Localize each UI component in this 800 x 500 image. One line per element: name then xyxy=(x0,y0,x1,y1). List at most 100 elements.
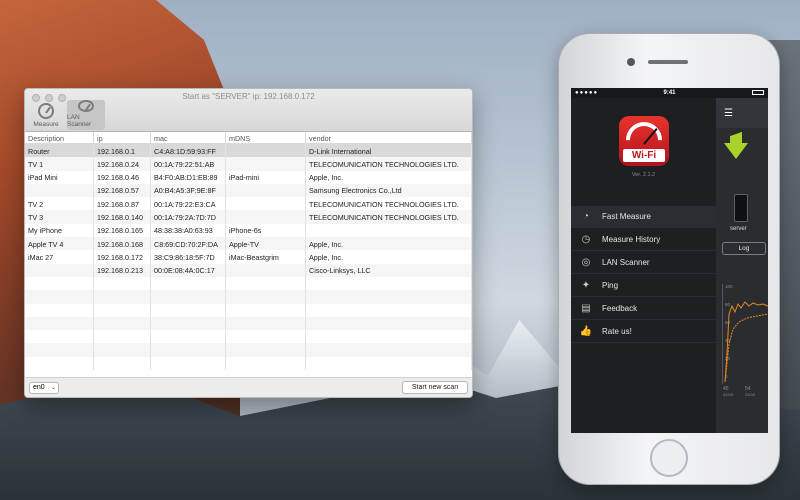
cell-mac: 00:0E:08:4A:0C:17 xyxy=(151,263,226,277)
speed-chart: 100 80 60 40 20 0 45 23:03 54 23:03 xyxy=(722,284,768,397)
cell-description: TV 3 xyxy=(25,210,94,224)
cell-vendor xyxy=(306,330,472,344)
cell-ip xyxy=(94,303,151,317)
cell-mdns xyxy=(226,290,306,304)
cell-mdns xyxy=(226,197,306,211)
cell-mdns: iMac-Beastgrim xyxy=(226,250,306,264)
cell-vendor xyxy=(306,276,472,291)
cell-description: iMac 27 xyxy=(25,250,94,264)
start-new-scan-button[interactable]: Start new scan xyxy=(402,381,468,394)
table-row[interactable]: iMac 27 192.168.0.172 38:C9:86:18:5F:7D iMa… xyxy=(25,250,472,264)
cell-mac xyxy=(151,330,226,344)
cell-description: iPad Mini xyxy=(25,170,94,184)
cell-vendor: TELECOMUNICATION TECHNOLOGIES LTD. xyxy=(306,197,472,211)
table-row[interactable] xyxy=(25,356,472,371)
cell-mdns: Apple-TV xyxy=(226,237,306,251)
cell-vendor xyxy=(306,223,472,238)
table-row[interactable] xyxy=(25,303,472,317)
table-row[interactable]: TV 2 192.168.0.87 00:1A:79:22:E3:CA TELECOM… xyxy=(25,197,472,211)
thumbs-up-icon: 👍 xyxy=(579,326,593,337)
table-row[interactable] xyxy=(25,343,472,357)
history-icon: ◷ xyxy=(581,234,591,245)
phone-screen: ●●●●● 9:41 Wi-Fi Ver. 2.1.2 ◔ Fast Measur… xyxy=(571,88,768,433)
menu-item-lan-scanner[interactable]: ◎ LAN Scanner xyxy=(571,252,716,274)
interface-select[interactable]: en0 ⌄ xyxy=(29,382,59,394)
cell-mdns xyxy=(226,303,306,317)
speaker-grille xyxy=(648,60,688,64)
cell-mac xyxy=(151,343,226,357)
table-row[interactable] xyxy=(25,290,472,304)
table-row[interactable]: iPad Mini 192.168.0.46 B4:F0:AB:D1:EB:89 iP… xyxy=(25,170,472,184)
cell-description xyxy=(25,303,94,317)
cell-mdns xyxy=(226,316,306,331)
feedback-icon: ▤ xyxy=(581,303,591,314)
cell-ip: 192.168.0.57 xyxy=(94,183,151,198)
table-row[interactable] xyxy=(25,330,472,344)
radar-icon xyxy=(78,100,94,112)
table-row[interactable] xyxy=(25,276,472,291)
menu-item-rate-us[interactable]: 👍 Rate us! xyxy=(571,321,716,343)
lan-scanner-tool-button[interactable]: LAN Scanner xyxy=(67,100,105,130)
menu-item-label: LAN Scanner xyxy=(602,258,650,267)
hamburger-menu-icon[interactable]: ☰ xyxy=(724,108,733,119)
cell-vendor: TELECOMUNICATION TECHNOLOGIES LTD. xyxy=(306,157,472,171)
menu-item-measure-history[interactable]: ◷ Measure History xyxy=(571,229,716,251)
log-button[interactable]: Log xyxy=(722,242,766,255)
cell-description xyxy=(25,290,94,304)
chart-x-tick: 54 23:03 xyxy=(745,386,755,397)
measure-tool-button[interactable]: Measure xyxy=(27,100,65,130)
cell-mdns xyxy=(226,210,306,224)
toolbar: Measure LAN Scanner xyxy=(27,100,105,130)
table-row[interactable] xyxy=(25,316,472,331)
cell-ip: 192.168.0.172 xyxy=(94,250,151,264)
chart-x-tick: 45 23:03 xyxy=(723,386,733,397)
gauge-icon: ◔ xyxy=(582,211,590,222)
menu-item-label: Rate us! xyxy=(602,327,632,336)
speed-line-series xyxy=(724,301,768,383)
cell-mac xyxy=(151,316,226,331)
lan-scanner-window: Start as "SERVER" ip: 192.168.0.172 Meas… xyxy=(24,88,473,398)
chart-x-tick-time: 23:03 xyxy=(745,392,756,397)
cell-vendor: TELECOMUNICATION TECHNOLOGIES LTD. xyxy=(306,210,472,224)
title-bar: Start as "SERVER" ip: 192.168.0.172 Meas… xyxy=(25,89,472,132)
table-row[interactable]: 192.168.0.57 A0:B4:A5:3F:9E:8F Samsung Ele… xyxy=(25,183,472,198)
side-menu: Wi-Fi Ver. 2.1.2 ◔ Fast Measure ◷ Measure H… xyxy=(571,98,716,433)
cell-vendor: Apple, Inc. xyxy=(306,237,472,251)
menu-item-label: Feedback xyxy=(602,304,638,313)
cell-mdns xyxy=(226,356,306,371)
gauge-icon xyxy=(38,103,54,119)
cell-vendor xyxy=(306,356,472,371)
menu-item-fast-measure[interactable]: ◔ Fast Measure xyxy=(571,206,716,228)
cell-description xyxy=(25,330,94,344)
cell-mac: B4:F0:AB:D1:EB:89 xyxy=(151,170,226,184)
chevron-down-icon: ⌄ xyxy=(50,385,56,391)
cell-ip xyxy=(94,356,151,371)
main-panel-peek: ☰ server Log 100 80 60 40 20 0 45 23:03 54 23:03 xyxy=(716,98,768,433)
cell-ip: 192.168.0.46 xyxy=(94,170,151,184)
ping-icon: ✦ xyxy=(581,280,591,291)
download-arrow-icon xyxy=(724,143,748,159)
table-row[interactable]: Router 192.168.0.1 C4:A8:1D:59:93:FF D-Link… xyxy=(25,144,472,158)
cell-mac: 00:1A:79:22:E3:CA xyxy=(151,197,226,211)
cell-mac xyxy=(151,356,226,371)
cell-mdns: iPad-mini xyxy=(226,170,306,184)
table-row[interactable]: Apple TV 4 192.168.0.168 C8:69:CD:70:2F:DA… xyxy=(25,237,472,251)
cell-description: TV 2 xyxy=(25,197,94,211)
cell-description xyxy=(25,183,94,198)
menu-item-label: Ping xyxy=(602,281,619,290)
cell-description xyxy=(25,316,94,331)
menu-item-feedback[interactable]: ▤ Feedback xyxy=(571,298,716,320)
cell-ip: 192.168.0.140 xyxy=(94,210,151,224)
table-row[interactable]: TV 3 192.168.0.140 00:1A:79:2A:7D:7D TELECO… xyxy=(25,210,472,224)
table-row[interactable]: My iPhone 192.168.0.165 48:38:38:A0:63:93 i… xyxy=(25,223,472,238)
menu-item-ping[interactable]: ✦ Ping xyxy=(571,275,716,297)
cell-mac: 00:1A:79:2A:7D:7D xyxy=(151,210,226,224)
cell-mdns xyxy=(226,343,306,357)
cell-vendor: Samsung Electronics Co.,Ltd xyxy=(306,183,472,198)
scanner-icon: ◎ xyxy=(581,257,591,268)
cell-description xyxy=(25,356,94,371)
table-row[interactable]: 192.168.0.213 00:0E:08:4A:0C:17 Cisco-Link… xyxy=(25,263,472,277)
table-row[interactable]: TV 1 192.168.0.24 00:1A:79:22:51:AB TELECOM… xyxy=(25,157,472,171)
cell-mdns xyxy=(226,144,306,158)
home-button[interactable] xyxy=(650,439,688,477)
